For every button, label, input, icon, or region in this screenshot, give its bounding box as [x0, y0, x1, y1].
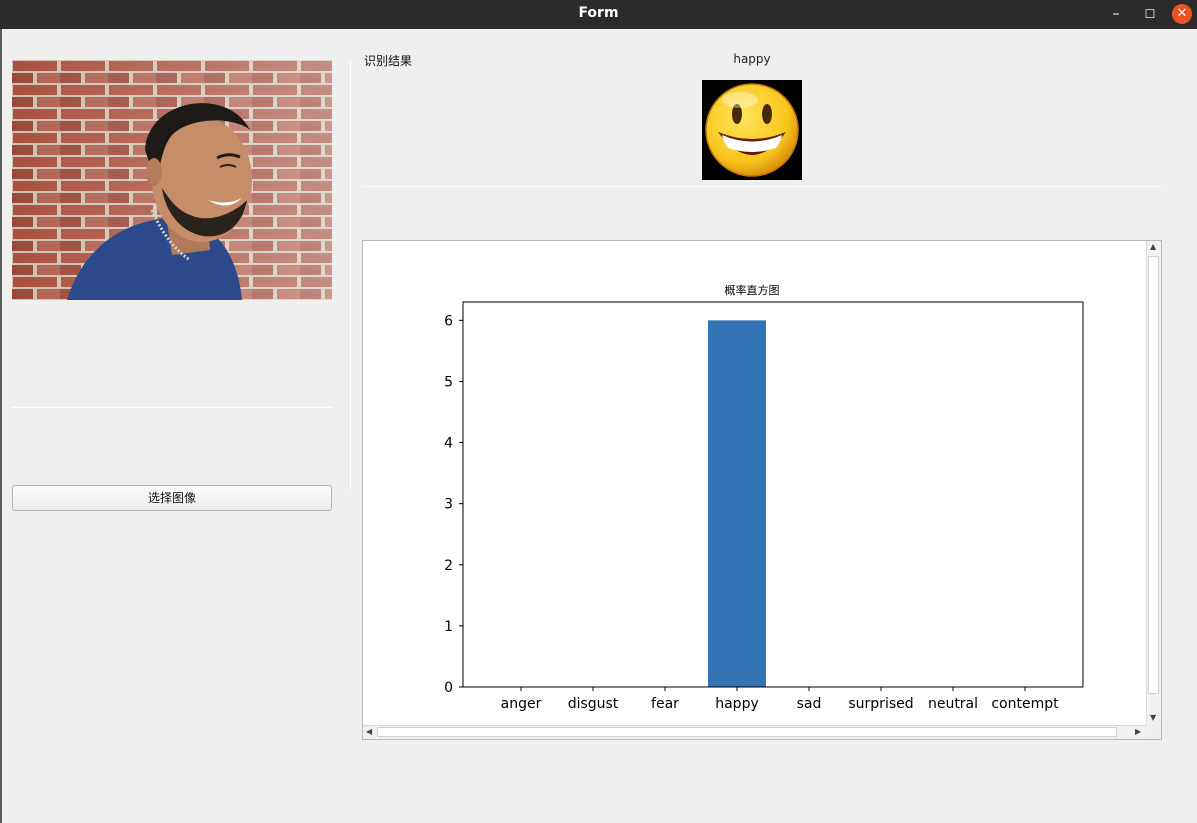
scroll-down-icon[interactable]: ▼ — [1150, 713, 1156, 722]
bar-happy — [708, 320, 766, 687]
y-tick-label: 6 — [444, 313, 453, 329]
input-photo — [12, 60, 332, 300]
x-tick-label: sad — [797, 696, 822, 712]
window-title: Form — [578, 5, 619, 21]
left-divider — [12, 407, 332, 408]
x-tick-label: neutral — [928, 696, 978, 712]
plot-frame — [462, 301, 1084, 688]
chart-title: 概率直方图 — [725, 283, 780, 297]
x-tick-label: disgust — [568, 696, 619, 712]
y-tick-label: 0 — [444, 680, 453, 696]
window-titlebar: Form – ☐ ✕ — [0, 0, 1197, 29]
scroll-up-icon[interactable]: ▲ — [1150, 242, 1156, 251]
y-tick-label: 5 — [444, 374, 453, 390]
x-tick-label: anger — [501, 696, 542, 712]
scroll-left-icon[interactable]: ◀ — [366, 727, 372, 736]
select-image-button[interactable]: 选择图像 — [12, 485, 332, 511]
horizontal-scroll-thumb[interactable] — [377, 727, 1117, 737]
histogram-chart: 概率直方图 anger disgust fear happy sad surprised n… — [444, 283, 1084, 712]
close-icon[interactable]: ✕ — [1172, 4, 1192, 24]
vertical-scroll-thumb[interactable] — [1148, 256, 1159, 694]
y-tick-label: 1 — [444, 619, 453, 635]
scroll-right-icon[interactable]: ▶ — [1135, 727, 1141, 736]
minimize-icon[interactable]: – — [1106, 4, 1126, 24]
maximize-icon[interactable]: ☐ — [1140, 4, 1160, 24]
scroll-corner — [1146, 725, 1161, 739]
window-edge — [0, 29, 2, 823]
right-divider — [363, 186, 1162, 187]
x-tick-label: surprised — [848, 696, 913, 712]
x-tick-label: fear — [651, 696, 679, 712]
panel-splitter — [350, 60, 351, 490]
y-tick-label: 3 — [444, 497, 453, 513]
emoji-image — [702, 80, 802, 180]
y-tick-label: 2 — [444, 558, 453, 574]
x-tick-label: happy — [715, 696, 759, 712]
x-tick-label: contempt — [991, 696, 1059, 712]
result-label: 识别结果 — [364, 54, 413, 68]
emotion-name: happy — [733, 52, 771, 66]
smiling-face-icon — [705, 83, 799, 177]
y-tick-label: 4 — [444, 436, 453, 452]
